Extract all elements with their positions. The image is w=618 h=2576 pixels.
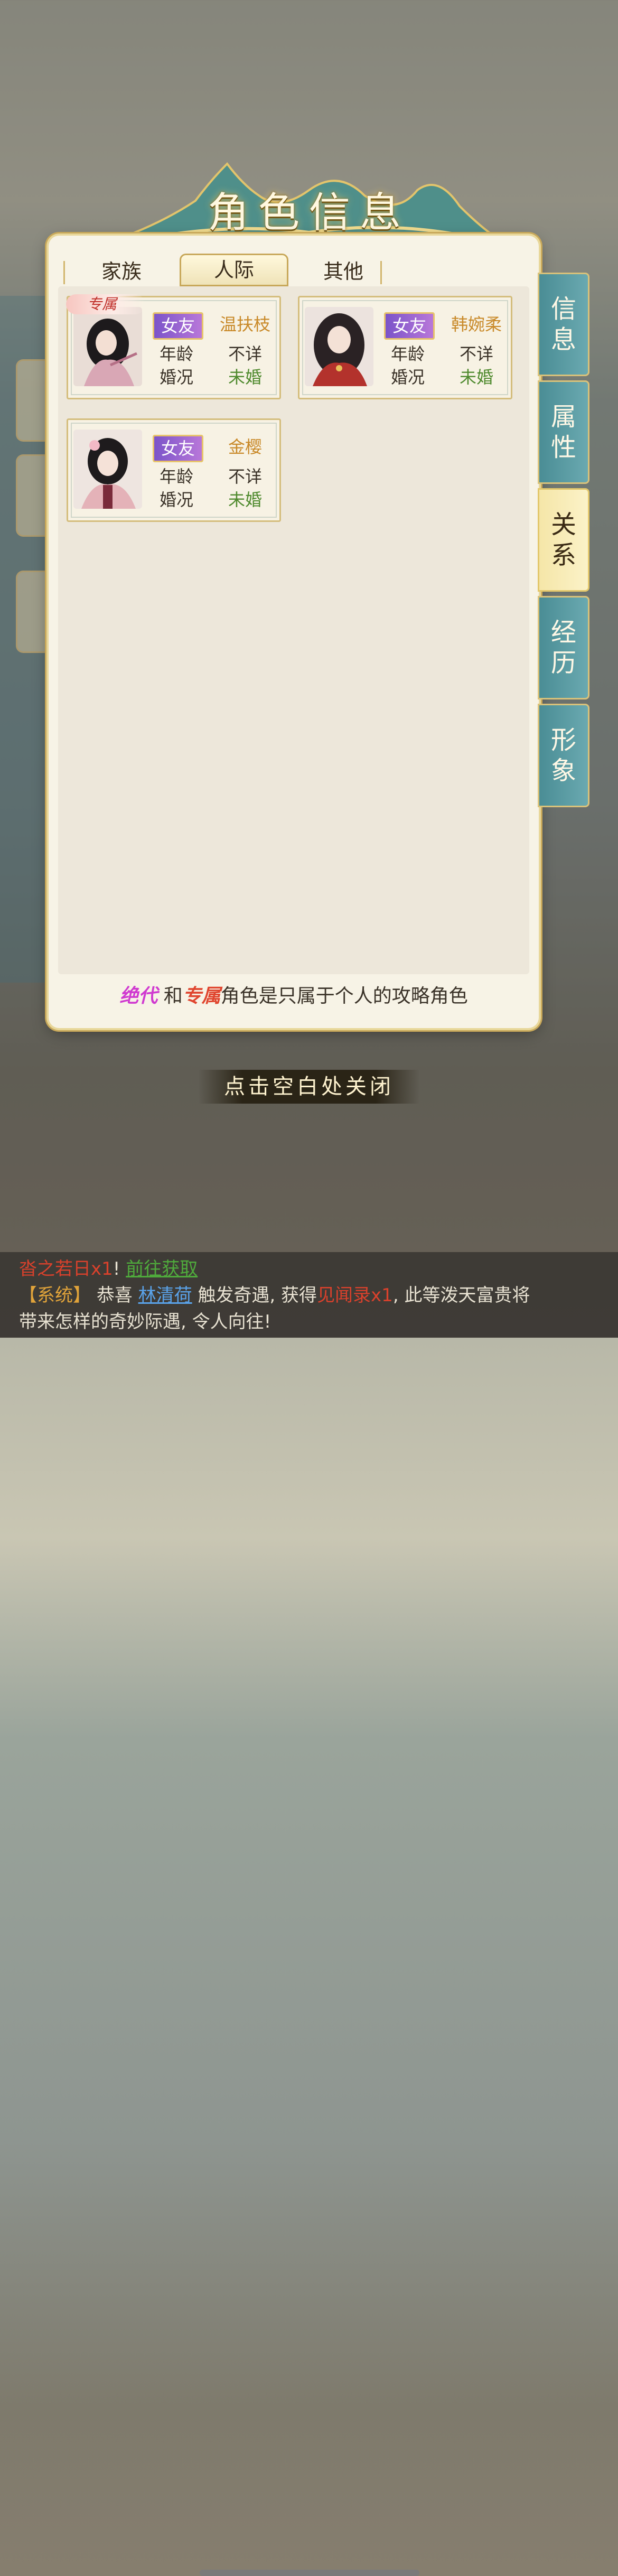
- age-value: 不详: [228, 344, 262, 364]
- side-tab-appearance[interactable]: 形 象: [538, 704, 589, 807]
- character-name: 金樱: [228, 437, 262, 457]
- tab-divider: [380, 261, 382, 284]
- age-label: 年龄: [159, 466, 193, 487]
- chat-item: 见闻录x1: [317, 1285, 393, 1306]
- exclusive-badge: 专属: [66, 294, 145, 314]
- system-chat-ticker: 沓之若日x1! 前往获取 【系统】 恭喜 林清荷 触发奇遇, 获得见闻录x1, …: [0, 1252, 618, 2576]
- chat-channel: 【系统】: [19, 1285, 91, 1306]
- character-portrait: [305, 307, 373, 386]
- marital-label: 婚况: [159, 490, 193, 510]
- dialog-title: 角色信息: [207, 189, 410, 237]
- character-card[interactable]: 女友 韩婉柔 年龄 不详 婚况 未婚: [298, 296, 512, 399]
- marital-value: 未婚: [228, 367, 262, 387]
- character-name: 韩婉柔: [451, 314, 502, 334]
- tab-family[interactable]: 家族: [69, 257, 174, 286]
- age-label: 年龄: [159, 344, 193, 364]
- character-info-panel: 家族 人际 其他 专属 女友 温扶枝 年龄 不详 婚况 未婚 女友 韩婉柔 年龄…: [49, 236, 539, 1028]
- side-tab-char: 性: [550, 433, 576, 462]
- relation-tag: 女友: [153, 312, 203, 340]
- side-tab-char: 属: [550, 402, 576, 432]
- chat-line: 沓之若日x1! 前往获取: [19, 1254, 198, 1280]
- tab-relations[interactable]: 人际: [180, 254, 288, 286]
- footer-connector: 和: [163, 985, 183, 1007]
- character-portrait: [73, 307, 142, 386]
- chat-item: 沓之若日x1: [19, 1258, 113, 1280]
- marital-value: 未婚: [228, 490, 262, 510]
- marital-value: 未婚: [459, 367, 493, 387]
- keyword-juedai: 绝代: [119, 985, 158, 1007]
- side-tab-char: 象: [550, 756, 576, 786]
- tab-divider: [63, 261, 65, 284]
- chat-player-link[interactable]: 林清荷: [138, 1285, 192, 1306]
- tab-bar: 家族 人际 其他: [63, 254, 382, 287]
- side-tab-char: 息: [550, 325, 576, 354]
- character-card[interactable]: 女友 金樱 年龄 不详 婚况 未婚: [67, 418, 281, 522]
- side-tab-char: 历: [550, 648, 576, 678]
- side-tab-info[interactable]: 信 息: [538, 273, 589, 376]
- chat-text: , 此等泼天富贵将: [392, 1285, 530, 1306]
- age-value: 不详: [228, 466, 262, 487]
- character-name: 温扶枝: [219, 314, 270, 334]
- footer-note: 绝代 和专属角色是只属于个人的攻略角色: [49, 981, 539, 1008]
- character-card[interactable]: 专属 女友 温扶枝 年龄 不详 婚况 未婚: [66, 294, 281, 399]
- footer-text: 角色是只属于个人的攻略角色: [220, 985, 468, 1007]
- side-tab-char: 系: [550, 540, 576, 570]
- chat-line: 带来怎样的奇妙际遇, 令人向往!: [19, 1307, 271, 1333]
- keyword-zhuanshu: 专属: [182, 985, 221, 1007]
- chat-text: 恭喜: [96, 1285, 133, 1306]
- side-tab-history[interactable]: 经 历: [538, 596, 589, 699]
- chat-text: !: [113, 1258, 120, 1280]
- side-tab-char: 关: [550, 510, 576, 539]
- close-hint[interactable]: 点击空白处关闭: [198, 1070, 420, 1104]
- side-tab-attributes[interactable]: 属 性: [538, 380, 589, 484]
- chat-text: 触发奇遇, 获得: [198, 1285, 317, 1306]
- home-indicator[interactable]: [200, 2570, 419, 2576]
- relation-tag: 女友: [153, 435, 203, 462]
- marital-label: 婚况: [390, 367, 425, 387]
- marital-label: 婚况: [159, 367, 193, 387]
- age-value: 不详: [459, 344, 493, 364]
- side-tab-char: 信: [550, 294, 576, 324]
- side-tab-relations[interactable]: 关 系: [538, 488, 589, 592]
- chat-text: 带来怎样的奇妙际遇, 令人向往!: [19, 1311, 271, 1332]
- relation-tag: 女友: [384, 312, 435, 340]
- side-tab-char: 经: [550, 618, 576, 647]
- character-portrait: [73, 430, 142, 509]
- age-label: 年龄: [390, 344, 425, 364]
- chat-link-get[interactable]: 前往获取: [126, 1258, 198, 1280]
- side-tab-char: 形: [550, 725, 576, 755]
- chat-line: 【系统】 恭喜 林清荷 触发奇遇, 获得见闻录x1, 此等泼天富贵将: [19, 1281, 530, 1306]
- relations-list: 专属 女友 温扶枝 年龄 不详 婚况 未婚 女友 韩婉柔 年龄 不详 婚况 未婚…: [58, 286, 529, 974]
